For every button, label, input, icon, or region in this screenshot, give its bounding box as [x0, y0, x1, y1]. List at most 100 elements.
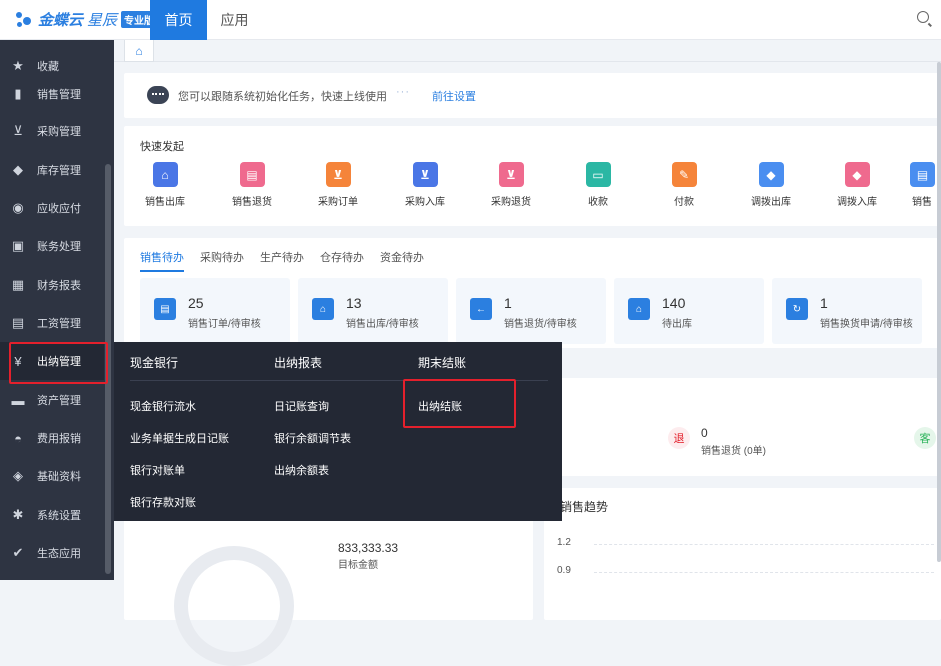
cart-icon: ⊻	[13, 123, 23, 138]
menu-head-period-close: 期末结账	[418, 356, 467, 370]
todo-count: 140	[662, 295, 686, 311]
menu-item-bank-balance-adjust[interactable]: 银行余额调节表	[274, 430, 351, 446]
sidebar-item-accounting[interactable]: ▣ 账务处理	[0, 227, 104, 265]
menu-item-bank-statement[interactable]: 银行对账单	[130, 462, 185, 478]
star-icon: ★	[12, 58, 24, 73]
quick-purchase-inbound[interactable]: ⊻ 采购入库	[390, 162, 460, 208]
sidebar-item-assets[interactable]: ▬ 资产管理	[0, 381, 104, 419]
quick-label: 调拨出库	[751, 197, 791, 208]
setup-guide-banner: 您可以跟随系统初始化任务，快速上线使用 ··· 前往设置	[124, 73, 941, 118]
exchange-icon: ↻	[786, 298, 808, 320]
expense-icon: ◓	[14, 430, 22, 446]
tab-apps[interactable]: 应用	[207, 0, 262, 40]
todo-label: 待出库	[662, 319, 692, 330]
sidebar-item-label: 费用报销	[37, 433, 81, 445]
sidebar-item-label: 账务处理	[37, 241, 81, 253]
cart-icon: ⊻	[412, 162, 438, 187]
brand-name: 金蝶云	[38, 12, 84, 29]
quick-label: 付款	[674, 197, 694, 208]
tab-purchase-todo[interactable]: 采购待办	[200, 249, 244, 272]
tab-sales-todo[interactable]: 销售待办	[140, 249, 184, 272]
todo-card-pending-outbound[interactable]: ⌂ 140 待出库	[614, 278, 764, 344]
search-icon[interactable]	[917, 11, 929, 23]
menu-item-cash-bank-flow[interactable]: 现金银行流水	[130, 398, 196, 414]
main-scrollbar[interactable]	[937, 62, 941, 562]
quick-sales-more[interactable]: ▤ 销售	[900, 162, 941, 208]
todo-panel: 销售待办 采购待办 生产待办 仓存待办 资金待办 ▤ 25 销售订单/待审核 ⌂ 13…	[124, 238, 941, 348]
pay-icon: ✎	[671, 162, 697, 187]
gridline	[594, 572, 934, 573]
quick-transfer-in[interactable]: ◆ 调拨入库	[822, 162, 892, 208]
sidebar-item-label: 应收应付	[37, 203, 81, 215]
cart-icon: ⊻	[325, 162, 351, 187]
quick-label: 销售	[912, 197, 932, 208]
asset-icon: ▬	[11, 392, 25, 408]
logo-icon	[14, 10, 34, 30]
report-icon: ▦	[11, 277, 25, 292]
menu-item-generate-journal[interactable]: 业务单据生成日记账	[130, 430, 229, 446]
todo-card-sales-order[interactable]: ▤ 25 销售订单/待审核	[140, 278, 290, 344]
quick-label: 销售退货	[232, 197, 272, 208]
target-amount: 833,333.33	[338, 541, 399, 555]
todo-card-exchange[interactable]: ↻ 1 销售换货申请/待审核	[772, 278, 922, 344]
sidebar-item-label: 生态应用	[37, 548, 81, 560]
house-icon: ⌂	[312, 298, 334, 320]
target-donut-chart	[174, 546, 294, 666]
todo-label: 销售退货/待审核	[504, 319, 577, 330]
tab-warehouse-todo[interactable]: 仓存待办	[320, 249, 364, 272]
sidebar-item-label: 系统设置	[37, 510, 81, 522]
todo-tabs: 销售待办 采购待办 生产待办 仓存待办 资金待办	[140, 249, 424, 272]
cart-icon: ⊻	[498, 162, 524, 187]
salary-icon: ▤	[11, 315, 25, 330]
sale-icon: ▤	[910, 162, 935, 187]
brand-logo[interactable]: 金蝶云 星辰 专业版	[14, 9, 158, 30]
tab-home[interactable]: 首页	[150, 0, 207, 40]
todo-label: 销售出库/待审核	[346, 319, 419, 330]
quick-label: 销售出库	[145, 197, 185, 208]
eco-icon: ✔	[12, 545, 24, 560]
sidebar-item-financial-reports[interactable]: ▦ 财务报表	[0, 266, 104, 304]
gear-icon: ✱	[12, 507, 24, 522]
quick-sales-outbound[interactable]: ⌂ 销售出库	[130, 162, 200, 208]
quick-sales-return[interactable]: ▤ 销售退货	[217, 162, 287, 208]
sidebar-item-basic-data[interactable]: ◈ 基础资料	[0, 457, 104, 495]
return-icon: ▤	[239, 162, 265, 187]
menu-item-journal-query[interactable]: 日记账查询	[274, 398, 329, 414]
return-badge: 退	[668, 427, 690, 449]
sidebar-item-inventory[interactable]: ◆ 库存管理	[0, 151, 104, 189]
todo-count: 1	[820, 295, 828, 311]
quick-receipt[interactable]: ▭ 收款	[563, 162, 633, 208]
top-bar: 金蝶云 星辰 专业版 首页 应用	[0, 0, 941, 40]
menu-item-cashier-balance[interactable]: 出纳余额表	[274, 462, 329, 478]
sidebar-item-purchase[interactable]: ⊻ 采购管理	[0, 112, 104, 150]
tab-production-todo[interactable]: 生产待办	[260, 249, 304, 272]
sidebar-item-settings[interactable]: ✱ 系统设置	[0, 496, 104, 534]
guide-dots: ···	[396, 86, 410, 98]
sidebar-item-receivables[interactable]: ◉ 应收应付	[0, 189, 104, 227]
todo-count: 25	[188, 295, 204, 311]
receipt-icon: ▭	[585, 162, 611, 187]
guide-text: 您可以跟随系统初始化任务，快速上线使用	[178, 91, 387, 103]
sidebar-item-eco-apps[interactable]: ✔ 生态应用	[0, 534, 104, 572]
transfer-icon: ◆	[844, 162, 870, 187]
quick-purchase-return[interactable]: ⊻ 采购退货	[476, 162, 546, 208]
go-to-setup-link[interactable]: 前往设置	[432, 88, 476, 104]
todo-card-sales-outbound[interactable]: ⌂ 13 销售出库/待审核	[298, 278, 448, 344]
quick-payment[interactable]: ✎ 付款	[649, 162, 719, 208]
breadcrumb: ⌂	[114, 40, 941, 62]
home-icon[interactable]: ⌂	[124, 40, 154, 62]
sidebar-item-expenses[interactable]: ◓ 费用报销	[0, 419, 104, 457]
return-icon: ←	[470, 298, 492, 320]
tab-funds-todo[interactable]: 资金待办	[380, 249, 424, 272]
quick-purchase-order[interactable]: ⊻ 采购订单	[303, 162, 373, 208]
sidebar-item-sales[interactable]: ▮ 销售管理	[0, 75, 104, 113]
bar-chart-icon: ▮	[14, 86, 22, 101]
todo-card-sales-return[interactable]: ← 1 销售退货/待审核	[456, 278, 606, 344]
target-amount-label: 目标金额	[338, 560, 378, 571]
menu-item-bank-reconcile[interactable]: 银行存款对账	[130, 494, 196, 510]
sidebar-item-label: 采购管理	[37, 126, 81, 138]
highlight-cashier-close	[403, 379, 516, 428]
coin-icon: ◉	[12, 200, 24, 215]
quick-transfer-out[interactable]: ◆ 调拨出库	[736, 162, 806, 208]
sidebar-item-payroll[interactable]: ▤ 工资管理	[0, 304, 104, 342]
